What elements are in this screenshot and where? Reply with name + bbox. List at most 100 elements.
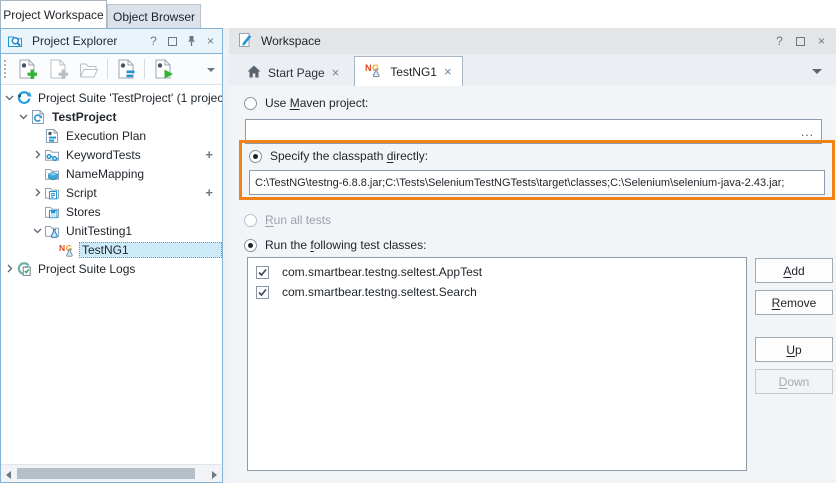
tab-project-workspace-label: Project Workspace [3,8,103,22]
tree-label-selected[interactable]: TestNG1 [79,242,222,258]
toolbar-separator [107,59,108,79]
ws-maximize-button[interactable] [794,34,807,48]
remove-button[interactable]: Remove [755,290,833,315]
expand-icon[interactable] [31,150,43,159]
window-tab-strip: Project Workspace Object Browser [0,0,836,28]
tree-label[interactable]: Script [63,185,100,201]
radio-checked-icon[interactable] [249,150,262,163]
project-explorer-title: Project Explorer [32,34,141,48]
script-icon [43,185,60,201]
test-class-item[interactable]: com.smartbear.testng.seltest.AppTest [248,262,746,282]
tab-testng1[interactable]: NG TestNG1 × [354,56,462,86]
open-folder-icon [78,58,100,80]
project-suite-icon [15,90,32,106]
add-new-item-button[interactable] [14,56,40,82]
use-maven-project-radio[interactable]: Use Maven project: [244,96,368,110]
tree-row-testng1[interactable]: NG TestNG1 [1,240,222,259]
use-maven-project-label: Use Maven project: [265,96,368,110]
tab-start-page[interactable]: Start Page × [237,59,349,86]
new-item-icon [47,58,69,80]
add-keyword-test-button[interactable]: + [205,147,213,162]
tree-label[interactable]: NameMapping [63,166,147,182]
execution-plan-icon [43,128,60,144]
testng-icon: NG [59,242,76,258]
ws-help-button[interactable]: ? [773,34,786,48]
pin-icon [186,35,197,47]
scroll-right-arrow-icon[interactable] [212,471,217,479]
workspace-icon [237,32,253,51]
collapse-icon[interactable] [31,226,43,235]
document-tab-strip: Start Page × NG TestNG1 × [229,54,836,86]
pe-help-button[interactable]: ? [147,34,160,48]
up-button[interactable]: Up [755,337,833,362]
run-following-classes-label: Run the following test classes: [265,238,426,252]
tree-row-stores[interactable]: Stores [1,202,222,221]
new-item-button-disabled[interactable] [45,56,71,82]
run-all-tests-radio-disabled[interactable]: Run all tests [244,213,331,227]
test-classes-list[interactable]: com.smartbear.testng.seltest.AppTest com… [247,257,747,471]
tree-label[interactable]: UnitTesting1 [63,223,135,239]
keyword-tests-icon [43,147,60,163]
open-item-button-disabled[interactable] [76,56,102,82]
toolbar-separator [144,59,145,79]
tab-start-page-close-icon[interactable]: × [332,65,340,80]
tree-label[interactable]: Project Suite 'TestProject' (1 project) [35,90,222,106]
classpath-highlight-box: Specify the classpath directly: C:\TestN… [239,140,835,200]
toolbar-grip[interactable] [4,60,7,78]
run-following-classes-radio[interactable]: Run the following test classes: [244,238,426,252]
horizontal-scrollbar[interactable] [1,464,222,482]
radio-icon[interactable] [244,97,257,110]
tab-object-browser-label: Object Browser [113,10,195,24]
execution-order-icon [115,58,137,80]
ws-close-button[interactable]: × [815,34,828,48]
workspace-header: Workspace ? × [229,28,836,54]
workspace-title: Workspace [261,34,765,48]
radio-checked-icon[interactable] [244,239,257,252]
tree-label[interactable]: KeywordTests [63,147,144,163]
add-button[interactable]: Add [755,258,833,283]
tree-label[interactable]: Execution Plan [63,128,149,144]
tab-list-caret-icon[interactable] [812,69,822,74]
tree-label[interactable]: TestProject [49,109,119,125]
tree-label[interactable]: Stores [63,204,104,220]
stores-icon [43,204,60,220]
tab-object-browser[interactable]: Object Browser [107,4,201,28]
tree-row-unittesting1[interactable]: UnitTesting1 [1,221,222,240]
tree-label[interactable]: Project Suite Logs [35,261,138,277]
pe-pin-button[interactable] [185,34,198,48]
toolbar-overflow-caret-icon[interactable] [207,68,215,72]
tree-row-testproject[interactable]: TestProject [1,107,222,126]
checkbox-checked-icon[interactable] [256,266,269,279]
scroll-left-arrow-icon[interactable] [6,471,11,479]
collapse-icon[interactable] [17,112,29,121]
tree-row-project-suite[interactable]: Project Suite 'TestProject' (1 project) [1,88,222,107]
browse-button[interactable]: ... [801,125,816,139]
tree-row-namemapping[interactable]: NameMapping [1,164,222,183]
suite-logs-icon [15,261,32,277]
classpath-input[interactable]: C:\TestNG\testng-6.8.8.jar;C:\Tests\Sele… [249,170,825,195]
add-script-button[interactable]: + [205,185,213,200]
svg-text:N: N [365,63,372,73]
scrollbar-thumb[interactable] [17,468,195,479]
down-button-disabled[interactable]: Down [755,369,833,394]
project-explorer-icon [6,33,23,49]
specify-classpath-label: Specify the classpath directly: [270,149,428,163]
tree-row-script[interactable]: Script + [1,183,222,202]
tree-row-execution-plan[interactable]: Execution Plan [1,126,222,145]
tree-row-keywordtests[interactable]: KeywordTests + [1,145,222,164]
run-button[interactable] [150,56,176,82]
expand-icon[interactable] [3,264,15,273]
tree-row-project-suite-logs[interactable]: Project Suite Logs [1,259,222,278]
tab-testng1-close-icon[interactable]: × [444,64,452,79]
maximize-icon [168,37,177,46]
project-explorer-header: Project Explorer ? × [1,29,222,54]
pe-maximize-button[interactable] [166,34,179,48]
collapse-icon[interactable] [3,93,15,102]
pe-close-button[interactable]: × [204,34,217,48]
expand-icon[interactable] [31,188,43,197]
tab-project-workspace[interactable]: Project Workspace [0,0,107,28]
checkbox-checked-icon[interactable] [256,286,269,299]
test-class-item[interactable]: com.smartbear.testng.seltest.Search [248,282,746,302]
specify-classpath-radio[interactable]: Specify the classpath directly: [249,149,428,163]
organize-tests-button[interactable] [113,56,139,82]
